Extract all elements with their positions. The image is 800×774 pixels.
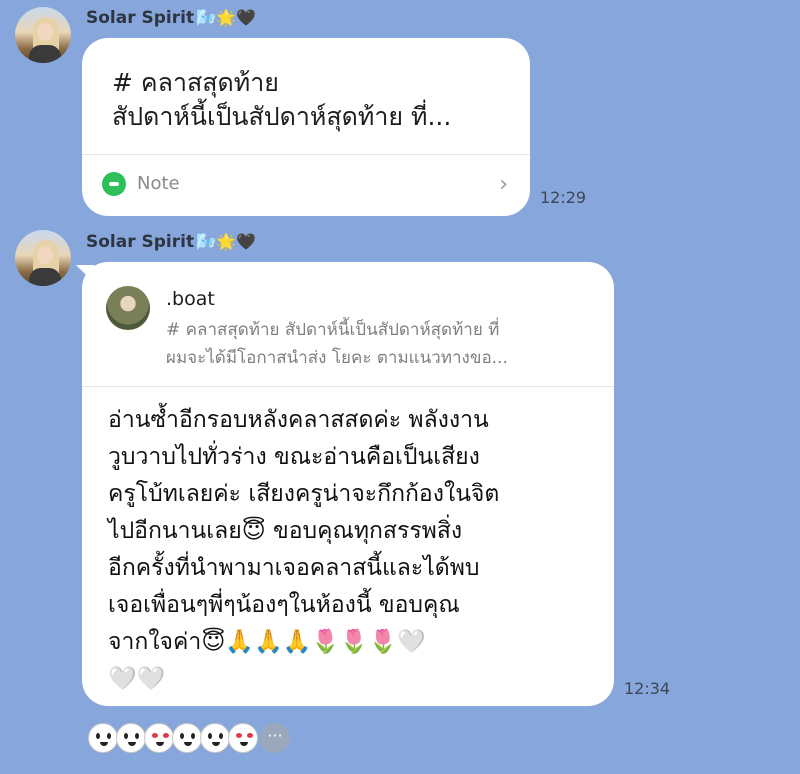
quoted-user-avatar bbox=[106, 286, 150, 330]
chevron-right-icon: › bbox=[499, 172, 508, 197]
message-time: 12:34 bbox=[624, 679, 671, 698]
quoted-message-text[interactable]: # คลาสสุดท้าย สัปดาห์นี้เป็นสัปดาห์สุดท้… bbox=[166, 316, 586, 372]
sticker-face-icon[interactable] bbox=[88, 723, 118, 753]
sender-name: Solar Spirit 🌬️🌟🖤 bbox=[86, 8, 256, 28]
reply-message-bubble[interactable]: .boat # คลาสสุดท้าย สัปดาห์นี้เป็นสัปดาห… bbox=[82, 262, 614, 706]
sticker-face-icon[interactable] bbox=[200, 723, 230, 753]
sender-avatar[interactable] bbox=[15, 7, 71, 63]
note-title: # คลาสสุดท้าย สัปดาห์นี้เป็นสัปดาห์สุดท้… bbox=[112, 68, 452, 131]
quote-divider bbox=[82, 386, 614, 387]
note-icon bbox=[102, 172, 126, 196]
sticker-heart-eyes-icon[interactable] bbox=[144, 723, 174, 753]
sticker-face-icon[interactable] bbox=[116, 723, 146, 753]
quoted-user-name: .boat bbox=[166, 288, 215, 310]
note-message-bubble[interactable]: # คลาสสุดท้าย สัปดาห์นี้เป็นสัปดาห์สุดท้… bbox=[82, 38, 530, 216]
message-text: อ่านซ้ำอีกรอบหลังคลาสสดค่ะ พลังงาน วูบวา… bbox=[108, 407, 500, 692]
sender-decoration: 🌬️🌟🖤 bbox=[196, 8, 256, 27]
sender-decoration: 🌬️🌟🖤 bbox=[196, 232, 256, 251]
note-divider bbox=[82, 154, 530, 155]
sticker-heart-eyes-icon[interactable] bbox=[228, 723, 258, 753]
note-label: Note bbox=[137, 173, 180, 194]
reaction-stickers[interactable]: ··· bbox=[88, 723, 290, 753]
sender-avatar[interactable] bbox=[15, 230, 71, 286]
more-reactions-button[interactable]: ··· bbox=[260, 723, 290, 753]
message-time: 12:29 bbox=[540, 188, 587, 207]
sender-name: Solar Spirit 🌬️🌟🖤 bbox=[86, 232, 256, 252]
sticker-face-icon[interactable] bbox=[172, 723, 202, 753]
